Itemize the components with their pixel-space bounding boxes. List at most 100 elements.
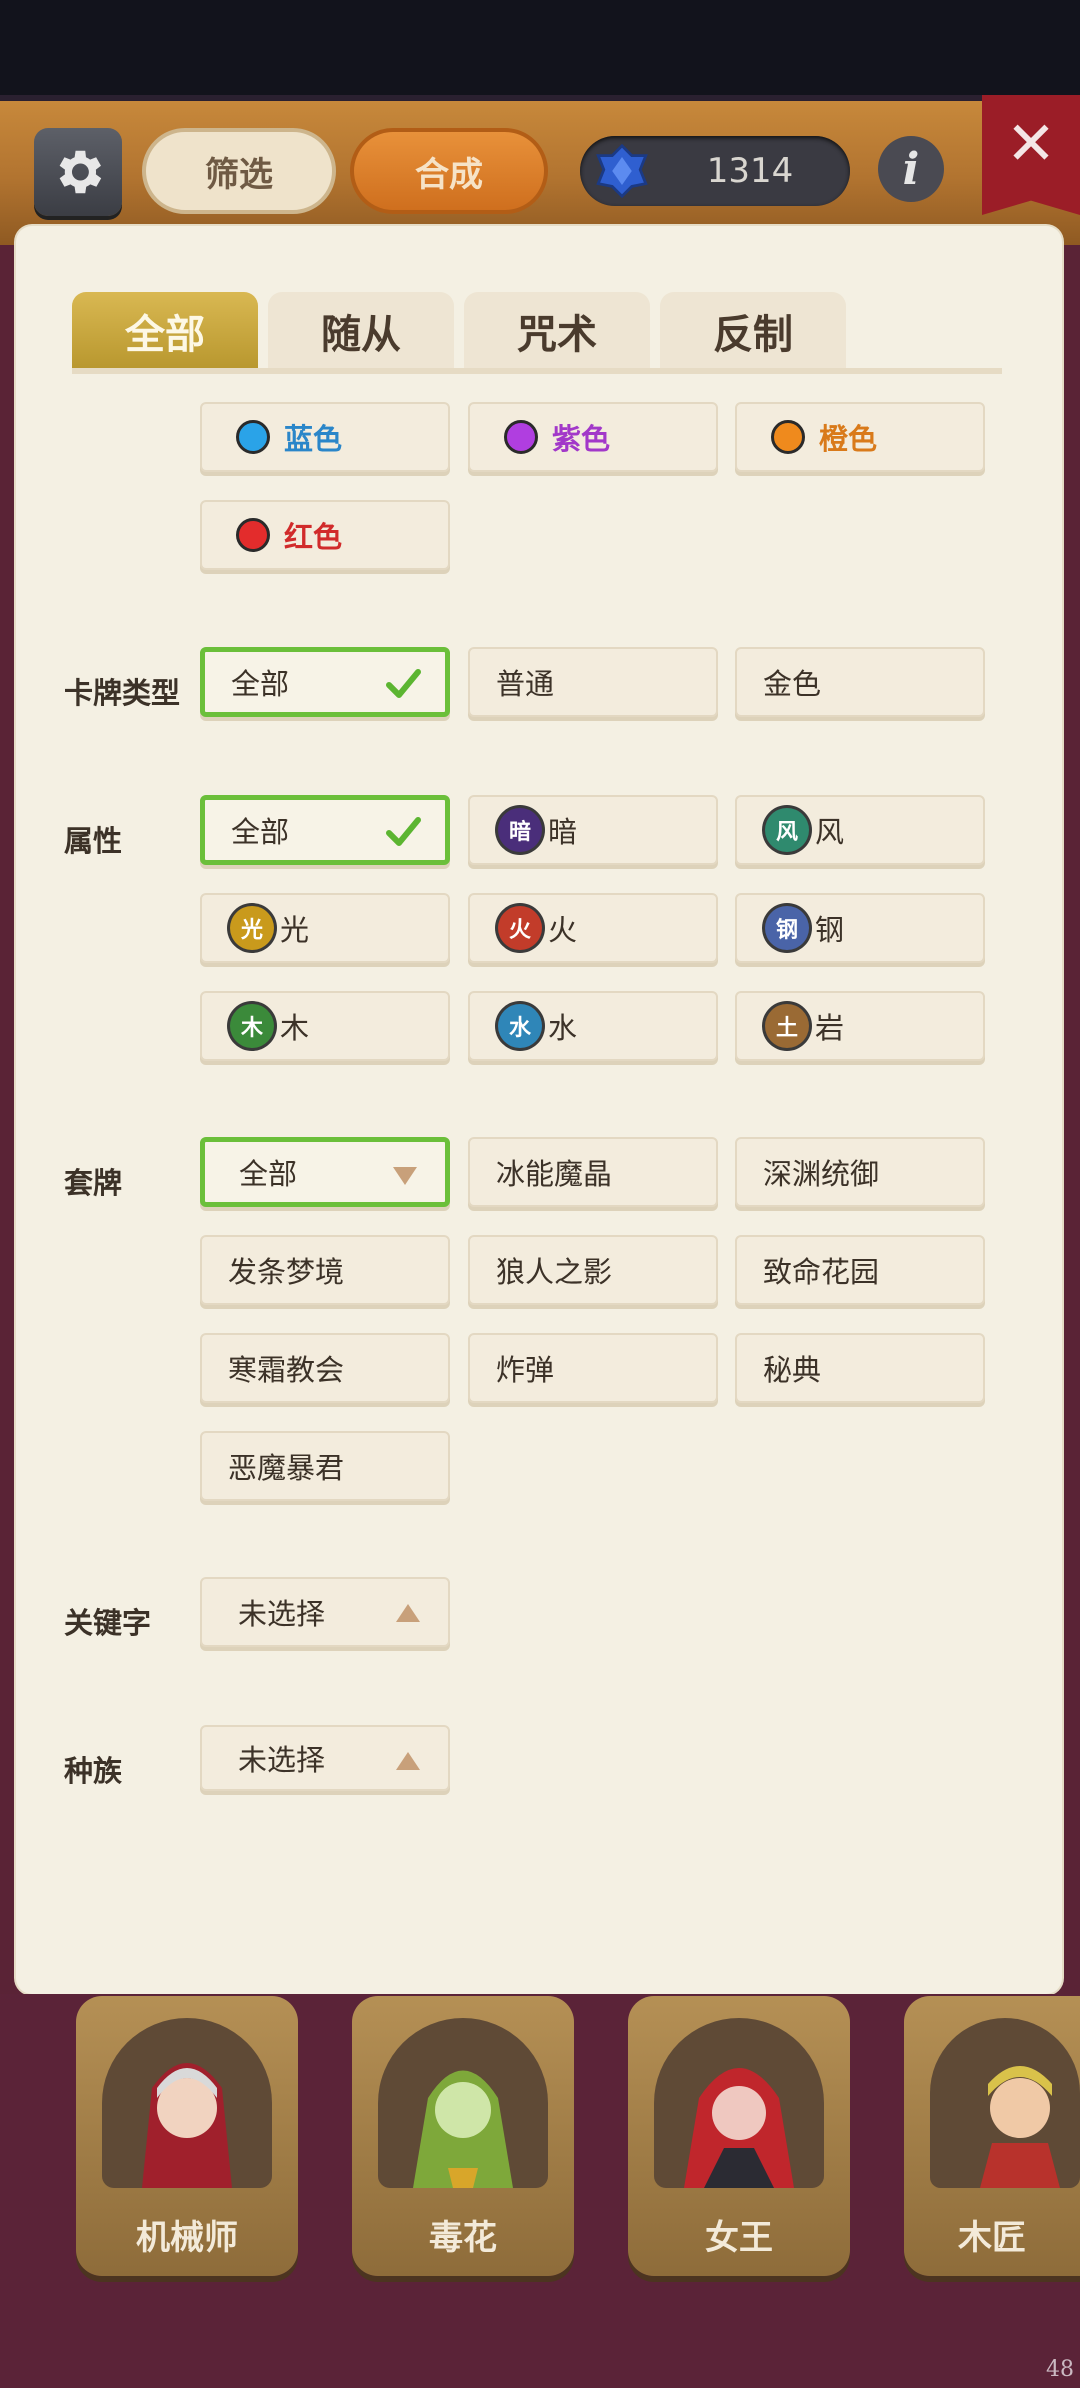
hero-card[interactable]: 毒花 [352, 1996, 574, 2276]
attribute-fire[interactable]: 火 火 [468, 893, 718, 963]
attribute-wood[interactable]: 木 木 [200, 991, 450, 1061]
water-element-icon: 水 [498, 1004, 542, 1048]
option-label: 全部 [231, 667, 290, 701]
option-label: 水 [548, 1011, 578, 1045]
triangle-up-icon [396, 1604, 420, 1622]
attribute-water[interactable]: 水 水 [468, 991, 718, 1061]
attribute-steel[interactable]: 钢 钢 [735, 893, 985, 963]
color-label: 橙色 [819, 422, 878, 456]
card-type-all[interactable]: 全部 [200, 647, 450, 717]
filter-panel [16, 226, 1062, 1994]
deck-option[interactable]: 深渊统御 [735, 1137, 985, 1207]
filter-button[interactable]: 筛选 [142, 128, 336, 214]
queen-portrait-icon [684, 2068, 794, 2188]
race-dropdown[interactable]: 未选择 [200, 1725, 450, 1791]
deck-option[interactable]: 恶魔暴君 [200, 1431, 450, 1501]
color-label: 蓝色 [284, 422, 343, 456]
option-label: 光 [280, 913, 310, 947]
gear-icon [59, 150, 102, 194]
corner-number: 48 [1046, 2357, 1074, 2382]
color-option-orange[interactable]: 橙色 [735, 402, 985, 472]
option-label: 岩 [815, 1011, 845, 1045]
poison-flower-portrait-icon [413, 2070, 513, 2188]
option-label: 风 [815, 815, 845, 849]
light-element-icon: 光 [230, 906, 274, 950]
triangle-up-icon [396, 1752, 420, 1770]
color-label: 紫色 [552, 422, 611, 456]
option-label: 钢 [815, 913, 845, 947]
hero-card[interactable]: 机械师 [76, 1996, 298, 2276]
deck-option[interactable]: 冰能魔晶 [468, 1137, 718, 1207]
option-label: 未选择 [238, 1597, 326, 1631]
gem-icon [596, 143, 648, 199]
purple-dot-icon [504, 420, 538, 454]
hero-card[interactable]: 木匠 [904, 1996, 1080, 2276]
tab-spell[interactable]: 咒术 [464, 292, 650, 370]
settings-button[interactable] [34, 128, 122, 216]
option-label: 寒霜教会 [228, 1353, 345, 1387]
option-label: 暗 [548, 815, 578, 849]
dark-element-icon: 暗 [498, 808, 542, 852]
fire-element-icon: 火 [498, 906, 542, 950]
gem-count: 1314 [706, 151, 794, 191]
attribute-rock[interactable]: 土 岩 [735, 991, 985, 1061]
option-label: 普通 [496, 667, 555, 701]
option-label: 全部 [231, 815, 290, 849]
option-label: 狼人之影 [496, 1255, 613, 1289]
attribute-wind[interactable]: 风 风 [735, 795, 985, 865]
tab-divider [72, 368, 1002, 374]
red-dot-icon [236, 518, 270, 552]
card-type-gold[interactable]: 金色 [735, 647, 985, 717]
option-label: 冰能魔晶 [496, 1157, 613, 1191]
tab-counter[interactable]: 反制 [660, 292, 846, 370]
race-label: 种族 [64, 1754, 123, 1788]
wood-element-icon: 木 [230, 1004, 274, 1048]
option-label: 木 [280, 1011, 310, 1045]
deck-option[interactable]: 炸弹 [468, 1333, 718, 1403]
option-label: 发条梦境 [228, 1255, 345, 1289]
wind-element-icon: 风 [765, 808, 809, 852]
tab-all[interactable]: 全部 [72, 292, 258, 370]
info-button[interactable]: i [878, 136, 944, 202]
option-label: 未选择 [238, 1743, 326, 1777]
deck-option[interactable]: 发条梦境 [200, 1235, 450, 1305]
triangle-down-icon [393, 1167, 417, 1185]
steel-element-icon: 钢 [765, 906, 809, 950]
card-type-label: 卡牌类型 [64, 676, 181, 710]
blue-dot-icon [236, 420, 270, 454]
hero-name: 毒花 [429, 2218, 497, 2258]
deck-option[interactable]: 狼人之影 [468, 1235, 718, 1305]
earth-element-icon: 土 [765, 1004, 809, 1048]
close-button[interactable]: ✕ [982, 95, 1080, 215]
compose-button[interactable]: 合成 [350, 128, 548, 214]
color-option-red[interactable]: 红色 [200, 500, 450, 570]
checkmark-icon [386, 669, 421, 698]
hero-name: 机械师 [136, 2218, 238, 2258]
close-icon: ✕ [1005, 109, 1057, 179]
deck-option[interactable]: 寒霜教会 [200, 1333, 450, 1403]
status-bar [0, 0, 1080, 95]
color-label: 红色 [284, 520, 343, 554]
deck-option[interactable]: 致命花园 [735, 1235, 985, 1305]
option-label: 火 [548, 913, 578, 947]
carpenter-portrait-icon [980, 2066, 1060, 2188]
hero-card[interactable]: 女王 [628, 1996, 850, 2276]
color-option-blue[interactable]: 蓝色 [200, 402, 450, 472]
tab-minion[interactable]: 随从 [268, 292, 454, 370]
tab-bar: 全部 随从 咒术 反制 [72, 292, 846, 370]
attribute-dark[interactable]: 暗 暗 [468, 795, 718, 865]
checkmark-icon [386, 817, 421, 846]
deck-option[interactable]: 秘典 [735, 1333, 985, 1403]
color-option-purple[interactable]: 紫色 [468, 402, 718, 472]
hero-portrait [654, 2018, 824, 2188]
attribute-label: 属性 [64, 824, 123, 858]
attribute-all[interactable]: 全部 [200, 795, 450, 865]
keyword-dropdown[interactable]: 未选择 [200, 1577, 450, 1647]
deck-all-dropdown[interactable]: 全部 [200, 1137, 450, 1207]
option-label: 全部 [239, 1157, 298, 1191]
option-label: 恶魔暴君 [228, 1451, 345, 1485]
card-type-normal[interactable]: 普通 [468, 647, 718, 717]
info-icon: i [902, 143, 920, 195]
option-label: 炸弹 [496, 1353, 555, 1387]
attribute-light[interactable]: 光 光 [200, 893, 450, 963]
